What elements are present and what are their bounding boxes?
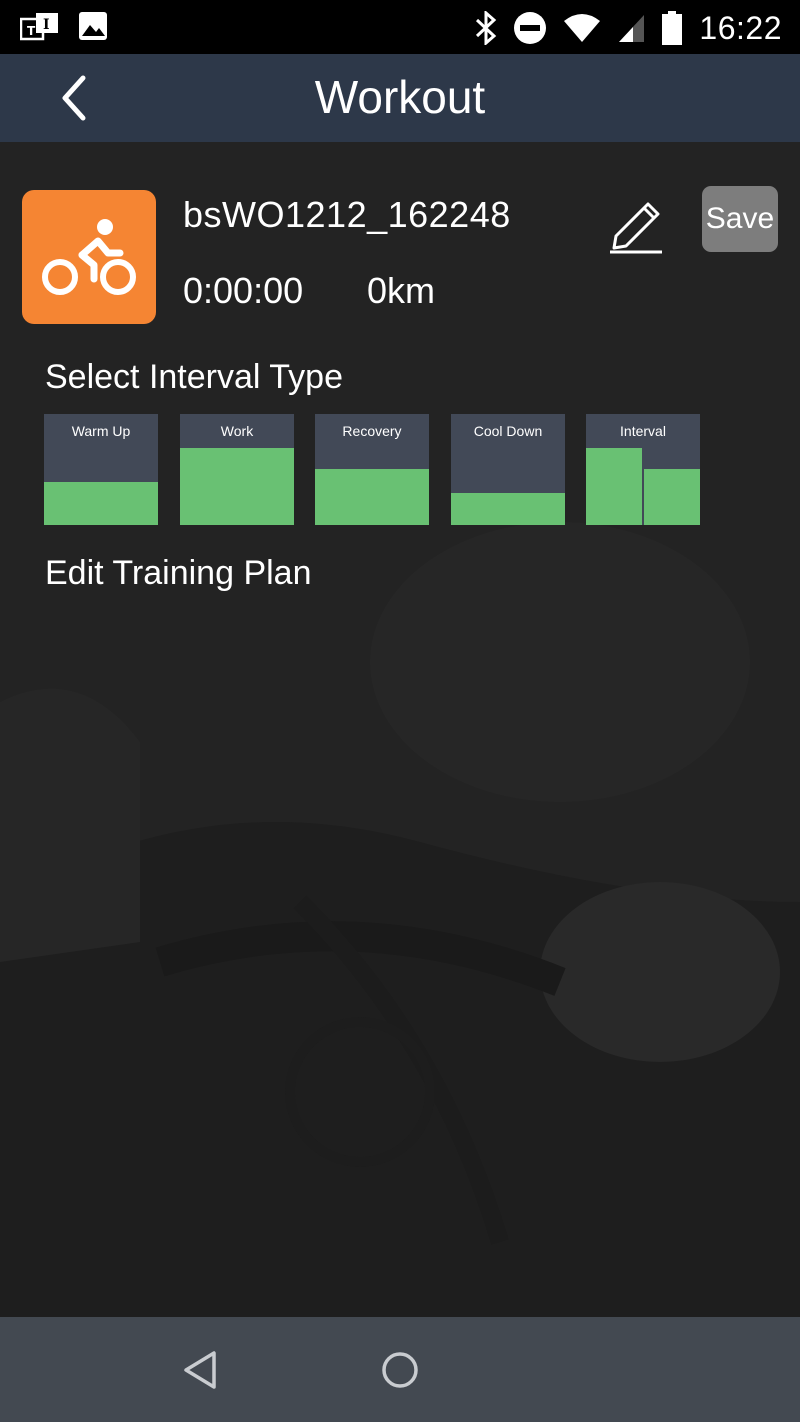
interval-level-bar: [44, 482, 158, 525]
interval-level-bar: [586, 448, 642, 525]
workout-editor: bsWO1212_162248 0:00:00 0km Save Select …: [0, 142, 800, 1317]
interval-tile-label: Cool Down: [473, 423, 543, 439]
status-time: 16:22: [699, 9, 782, 46]
interval-tile-label: Recovery: [342, 423, 402, 439]
workout-type-badge[interactable]: [22, 190, 156, 324]
app-bar: Workout: [0, 54, 800, 142]
workout-distance: 0km: [367, 270, 436, 311]
pencil-icon: [610, 202, 662, 254]
interval-tile-cool-down[interactable]: Cool Down: [451, 414, 565, 525]
interval-tile-label: Work: [220, 423, 254, 439]
svg-text:I: I: [43, 17, 50, 33]
wifi-icon: [564, 14, 601, 42]
workout-duration: 0:00:00: [183, 270, 304, 311]
do-not-disturb-icon: [514, 12, 547, 44]
battery-icon: [662, 11, 683, 45]
edit-training-plan-link[interactable]: Edit Training Plan: [45, 554, 312, 593]
save-button[interactable]: Save: [702, 186, 778, 252]
gallery-icon: [79, 12, 107, 40]
notification-ti-icon: T I: [20, 13, 58, 41]
interval-level-bar: [451, 493, 565, 525]
interval-level-bar: [315, 469, 429, 525]
interval-tile-work[interactable]: Work: [180, 414, 294, 525]
interval-tile-label: Warm Up: [71, 423, 131, 439]
interval-level-bar: [644, 469, 700, 525]
status-right-area: 16:22: [475, 8, 782, 48]
workout-name: bsWO1212_162248: [183, 194, 511, 235]
interval-tile-interval[interactable]: Interval: [586, 414, 700, 525]
interval-level-bar: [180, 448, 294, 525]
nav-home-button[interactable]: [375, 1345, 425, 1395]
svg-text:T: T: [27, 24, 36, 38]
cycling-icon: [42, 219, 136, 295]
nav-back-button[interactable]: [176, 1345, 226, 1395]
status-bar: T I 16:22: [0, 0, 800, 54]
interval-tile-label: Interval: [620, 423, 666, 439]
interval-tile-recovery[interactable]: Recovery: [315, 414, 429, 525]
back-triangle-icon: [184, 1351, 216, 1389]
edit-name-button[interactable]: [604, 196, 668, 256]
home-circle-icon: [382, 1352, 418, 1388]
interval-section-title: Select Interval Type: [45, 358, 343, 396]
cellular-signal-icon: [619, 15, 645, 42]
bluetooth-icon: [476, 11, 497, 45]
status-left-icons: T I: [20, 11, 108, 41]
interval-tile-warm-up[interactable]: Warm Up: [44, 414, 158, 525]
system-nav-bar: [0, 1317, 800, 1422]
page-title: Workout: [314, 71, 486, 123]
